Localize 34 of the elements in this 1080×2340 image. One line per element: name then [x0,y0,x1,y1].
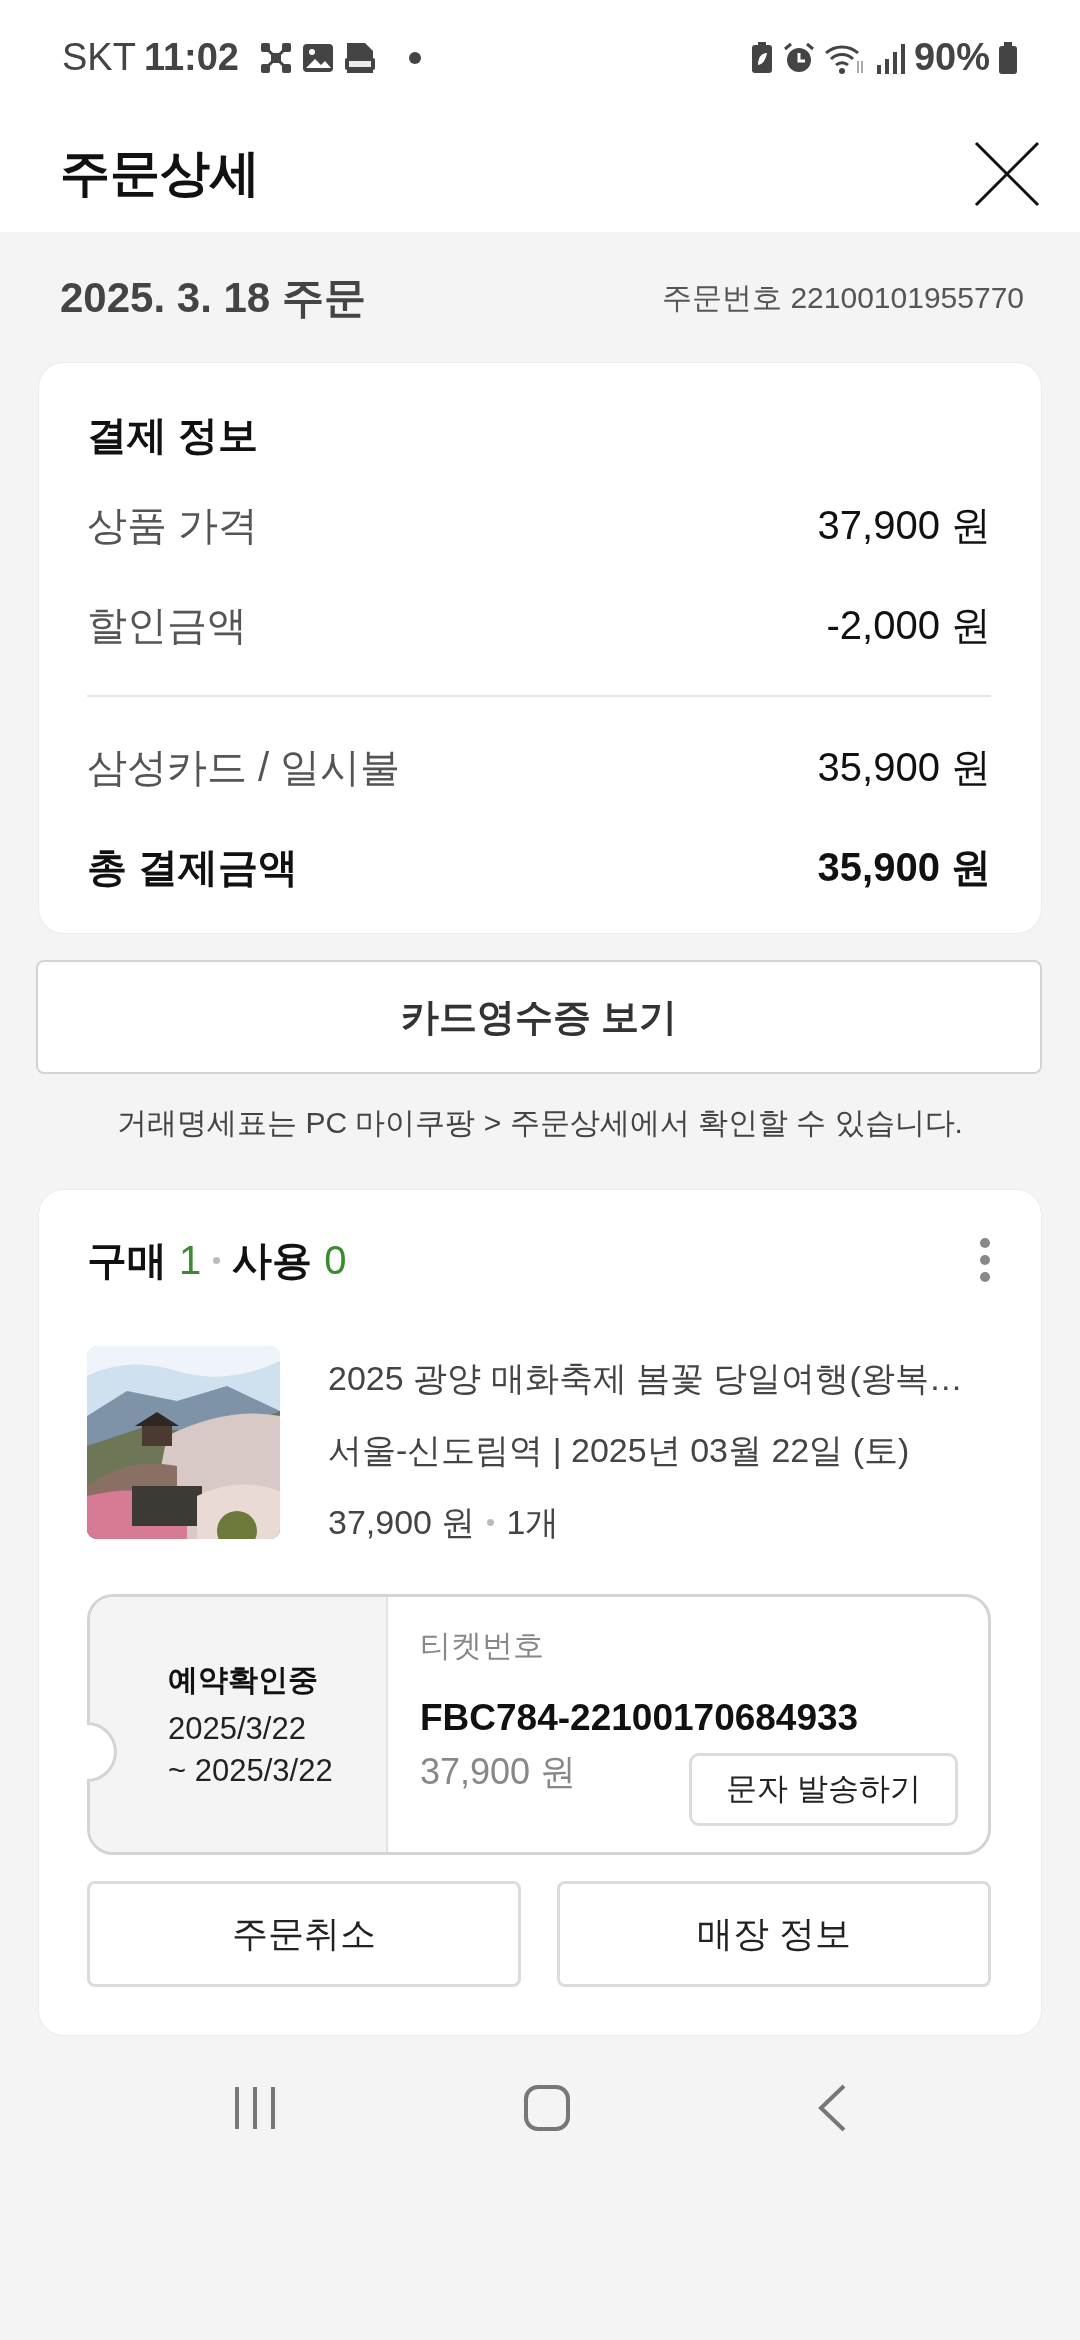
receipt-button[interactable]: 카드영수증 보기 [36,960,1042,1074]
purchase-label: 구매 [87,1237,167,1284]
product-price: 37,900 원 [328,1502,476,1543]
ticket-number: FBC784-22100170684933 [420,1695,860,1740]
order-date: 2025. 3. 18 주문 [60,272,366,323]
payment-amount: 35,900 원 [817,744,991,791]
order-number: 주문번호 22100101955770 [662,279,1024,316]
page-title: 주문상세 [60,144,260,203]
info-note: 거래명세표는 PC 마이쿠팡 > 주문상세에서 확인할 수 있습니다. [116,1105,964,1141]
ticket-price: 37,900 원 [420,1750,577,1794]
clock-time: 11:02 [143,35,239,80]
product-name: 2025 광양 매화축제 봄꽃 당일여행(왕복… [328,1358,963,1399]
action-button[interactable]: 주문취소 [87,1880,521,1987]
action-button[interactable]: 매장 정보 [557,1880,991,1987]
used-count: 0 [324,1237,347,1284]
carrier-label: SKT [62,35,136,80]
ticket-date-to: ~ 2025/3/22 [168,1751,334,1790]
payment-label: 총 결제금액 [87,844,299,891]
payment-amount: 35,900 원 [817,844,991,891]
send-sms-button[interactable]: 문자 발송하기 [689,1753,958,1826]
battery-percent: 90% [913,35,990,80]
payment-label: 삼성카드 / 일시불 [87,744,401,791]
section-title: 결제 정보 [87,412,260,459]
reservation-status: 예약확인중 [168,1661,319,1698]
used-label: 사용 [232,1237,313,1284]
payment-label: 할인금액 [87,602,247,649]
payment-amount: -2,000 원 [826,602,991,649]
payment-amount: 37,900 원 [817,502,991,549]
ticket-number-label: 티켓번호 [420,1627,545,1665]
product-option: 서울-신도림역 | 2025년 03월 22일 (토) [328,1414,963,1486]
payment-label: 상품 가격 [87,502,259,549]
product-quantity: 1개 [506,1502,560,1543]
purchase-count: 1 [179,1237,202,1284]
ticket-date-from: 2025/3/22 [168,1709,307,1748]
